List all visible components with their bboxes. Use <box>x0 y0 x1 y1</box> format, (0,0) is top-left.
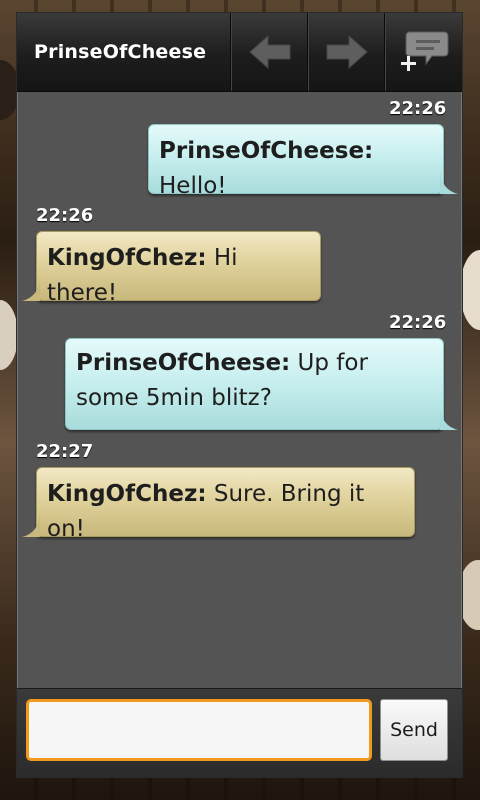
message-timestamp: 22:26 <box>36 205 94 226</box>
arrow-right-icon <box>326 34 368 70</box>
compose-bar: Send <box>17 688 462 777</box>
message-sender: KingOfChez: <box>47 245 207 271</box>
message-bubble-outgoing: PrinseOfCheese: Up for some 5min blitz? <box>65 338 458 430</box>
message-sender: KingOfChez: <box>47 481 207 507</box>
bubble-tail <box>440 408 458 430</box>
message-sender: PrinseOfCheese: <box>159 138 374 164</box>
title-bar: PrinseOfCheese <box>17 13 462 92</box>
message-timestamp: 22:26 <box>389 312 447 333</box>
arrow-left-icon <box>249 34 291 70</box>
bubble-tail <box>22 515 40 537</box>
background-piece <box>460 250 480 330</box>
message-timestamp: 22:27 <box>36 441 94 462</box>
message-sender: PrinseOfCheese: <box>76 350 291 376</box>
chat-window: PrinseOfCheese 22:26 PrinseOfCheese: Hel… <box>16 12 463 778</box>
send-button[interactable]: Send <box>380 699 448 761</box>
forward-button[interactable] <box>308 13 385 91</box>
new-chat-button[interactable] <box>385 13 464 91</box>
message-timestamp: 22:26 <box>389 98 447 119</box>
message-text: Hello! <box>159 173 227 199</box>
new-chat-icon <box>401 31 449 71</box>
message-bubble-incoming: KingOfChez: Hi there! <box>22 231 321 306</box>
message-list[interactable]: 22:26 PrinseOfCheese: Hello! 22:26 KingO… <box>17 92 462 687</box>
bubble-tail <box>22 279 40 301</box>
chat-title: PrinseOfCheese <box>34 41 207 63</box>
message-bubble-outgoing: PrinseOfCheese: Hello! <box>148 124 458 199</box>
message-bubble-incoming: KingOfChez: Sure. Bring it on! <box>22 467 415 542</box>
message-input[interactable] <box>26 699 372 761</box>
back-button[interactable] <box>231 13 308 91</box>
bubble-tail <box>440 172 458 194</box>
